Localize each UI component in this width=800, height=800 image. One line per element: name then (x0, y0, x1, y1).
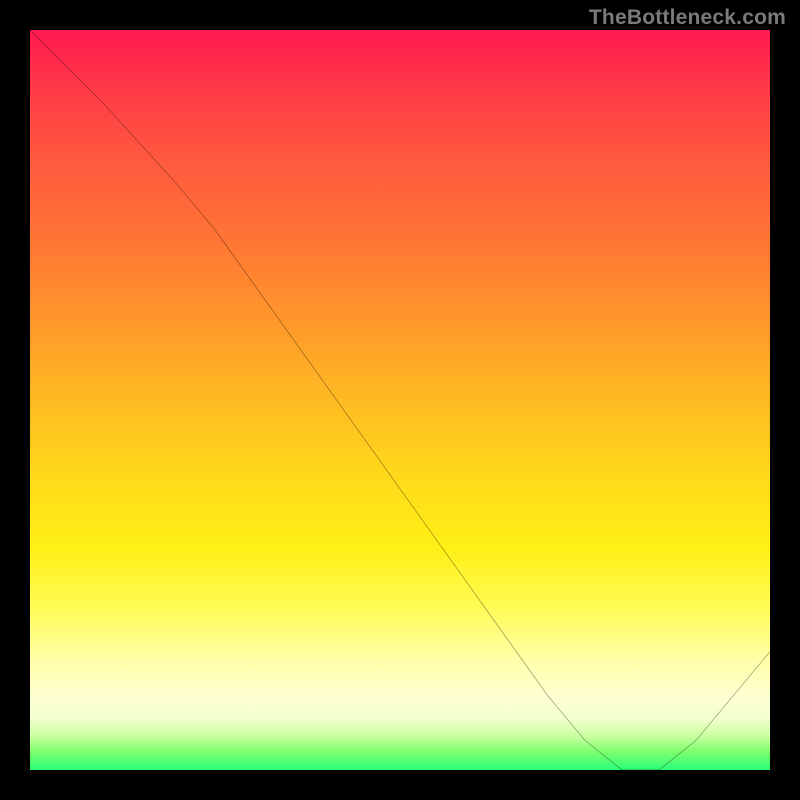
line-series (30, 30, 770, 770)
attribution-label: TheBottleneck.com (589, 6, 786, 30)
chart-container: TheBottleneck.com (0, 0, 800, 800)
bottleneck-curve (30, 30, 770, 770)
plot-area (30, 30, 770, 770)
